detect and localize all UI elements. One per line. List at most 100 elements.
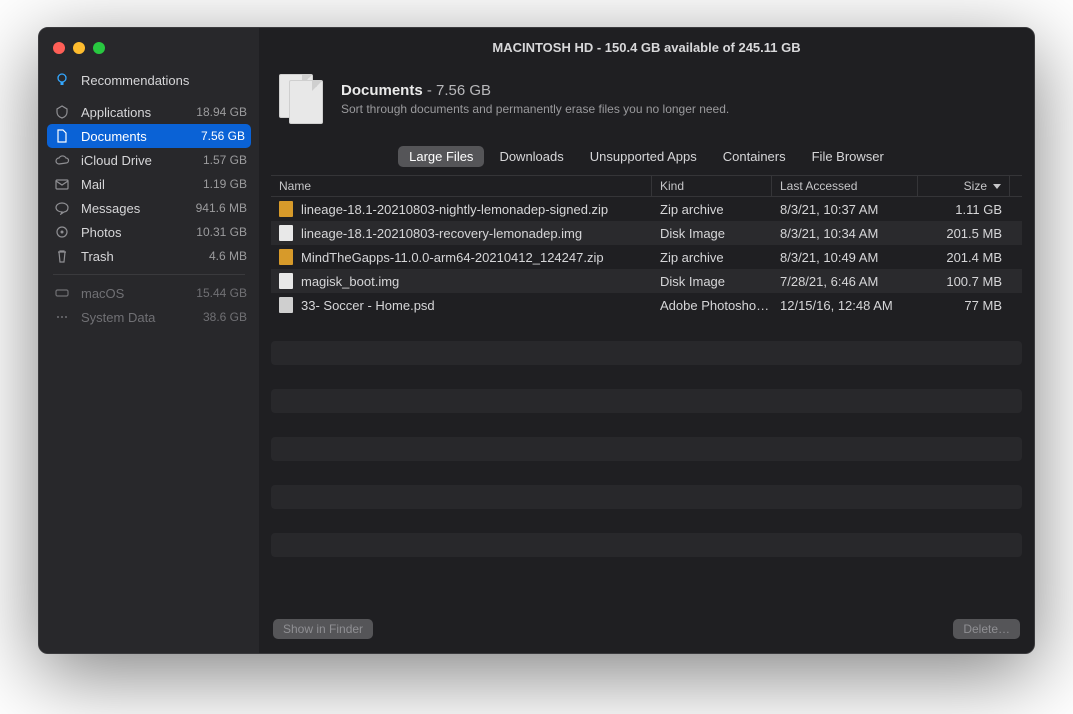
file-name: MindTheGapps-11.0.0-arm64-20210412_12424…	[301, 250, 604, 265]
zoom-icon[interactable]	[93, 42, 105, 54]
window-controls	[39, 36, 259, 68]
sidebar-item-value: 941.6 MB	[196, 201, 247, 215]
col-kind[interactable]: Kind	[652, 176, 772, 196]
zip-file-icon	[279, 201, 293, 217]
sidebar-item-label: Recommendations	[81, 73, 247, 88]
file-kind: Adobe Photosho…	[652, 298, 772, 313]
tab-large-files[interactable]: Large Files	[398, 146, 484, 167]
table-row[interactable]: MindTheGapps-11.0.0-arm64-20210412_12424…	[271, 245, 1022, 269]
placeholder-row	[271, 341, 1022, 365]
tab-containers[interactable]: Containers	[712, 146, 797, 167]
sidebar-separator	[53, 274, 245, 275]
file-accessed: 8/3/21, 10:49 AM	[772, 250, 918, 265]
file-name-cell: magisk_boot.img	[271, 273, 652, 289]
sidebar-item-photos[interactable]: Photos 10.31 GB	[39, 220, 259, 244]
sidebar-item-applications[interactable]: Applications 18.94 GB	[39, 100, 259, 124]
file-kind: Zip archive	[652, 202, 772, 217]
col-name[interactable]: Name	[271, 176, 652, 196]
placeholder-row	[271, 437, 1022, 461]
file-kind: Disk Image	[652, 226, 772, 241]
document-icon	[53, 129, 71, 143]
file-kind: Disk Image	[652, 274, 772, 289]
table-row[interactable]: 33- Soccer - Home.psdAdobe Photosho…12/1…	[271, 293, 1022, 317]
sidebar-item-icloud[interactable]: iCloud Drive 1.57 GB	[39, 148, 259, 172]
header-panel: Documents - 7.56 GB Sort through documen…	[259, 66, 1034, 142]
table-row[interactable]: lineage-18.1-20210803-nightly-lemonadep-…	[271, 197, 1022, 221]
sidebar-item-documents[interactable]: Documents 7.56 GB	[47, 124, 251, 148]
window-title: MACINTOSH HD - 150.4 GB available of 245…	[259, 28, 1034, 66]
placeholder-row	[271, 389, 1022, 413]
sidebar-item-label: Photos	[81, 225, 196, 240]
img-file-icon	[279, 273, 293, 289]
close-icon[interactable]	[53, 42, 65, 54]
sidebar-item-macos: macOS 15.44 GB	[39, 281, 259, 305]
file-name: lineage-18.1-20210803-recovery-lemonadep…	[301, 226, 582, 241]
dots-icon	[53, 310, 71, 324]
sidebar-item-label: iCloud Drive	[81, 153, 203, 168]
cloud-icon	[53, 153, 71, 167]
show-in-finder-button[interactable]: Show in Finder	[273, 619, 373, 639]
tab-downloads[interactable]: Downloads	[488, 146, 574, 167]
storage-management-window: Recommendations Applications 18.94 GB Do…	[38, 27, 1035, 654]
file-size: 77 MB	[918, 298, 1010, 313]
file-name-cell: lineage-18.1-20210803-recovery-lemonadep…	[271, 225, 652, 241]
sidebar-item-value: 10.31 GB	[196, 225, 247, 239]
disk-icon	[53, 286, 71, 300]
table-row[interactable]: magisk_boot.img Disk Image7/28/21, 6:46 A…	[271, 269, 1022, 293]
file-name-cell: 33- Soccer - Home.psd	[271, 297, 652, 313]
sidebar-item-value: 38.6 GB	[203, 310, 247, 324]
tabs: Large Files Downloads Unsupported Apps C…	[259, 142, 1034, 175]
col-size[interactable]: Size	[918, 176, 1010, 196]
header-heading: Documents	[341, 82, 423, 99]
photos-icon	[53, 225, 71, 239]
sidebar-item-label: Mail	[81, 177, 203, 192]
sidebar-item-label: Messages	[81, 201, 196, 216]
file-accessed: 8/3/21, 10:34 AM	[772, 226, 918, 241]
file-name-cell: lineage-18.1-20210803-nightly-lemonadep-…	[271, 201, 652, 217]
sidebar-item-trash[interactable]: Trash 4.6 MB	[39, 244, 259, 268]
file-table: Name Kind Last Accessed Size lineage-18.…	[259, 175, 1034, 609]
sidebar-item-label: System Data	[81, 310, 203, 325]
chevron-down-icon	[993, 184, 1001, 189]
sidebar-item-value: 15.44 GB	[196, 286, 247, 300]
sidebar-item-value: 4.6 MB	[209, 249, 247, 263]
minimize-icon[interactable]	[73, 42, 85, 54]
tab-unsupported[interactable]: Unsupported Apps	[579, 146, 708, 167]
file-size: 1.11 GB	[918, 202, 1010, 217]
file-accessed: 7/28/21, 6:46 AM	[772, 274, 918, 289]
applications-icon	[53, 105, 71, 119]
sidebar-item-value: 1.57 GB	[203, 153, 247, 167]
placeholder-row	[271, 485, 1022, 509]
sidebar-item-mail[interactable]: Mail 1.19 GB	[39, 172, 259, 196]
table-header: Name Kind Last Accessed Size	[271, 175, 1022, 197]
sidebar-item-recommendations[interactable]: Recommendations	[39, 68, 259, 92]
sidebar-item-label: Trash	[81, 249, 209, 264]
sidebar: Recommendations Applications 18.94 GB Do…	[39, 28, 259, 653]
psd-file-icon	[279, 297, 293, 313]
file-size: 100.7 MB	[918, 274, 1010, 289]
mail-icon	[53, 177, 71, 191]
col-scroll-gutter	[1010, 176, 1022, 196]
footer: Show in Finder Delete…	[259, 609, 1034, 653]
sidebar-item-value: 7.56 GB	[201, 129, 245, 143]
documents-icon	[279, 74, 325, 124]
sidebar-item-label: macOS	[81, 286, 196, 301]
sidebar-item-label: Applications	[81, 105, 196, 120]
img-file-icon	[279, 225, 293, 241]
file-size: 201.4 MB	[918, 250, 1010, 265]
placeholder-row	[271, 533, 1022, 557]
header-desc: Sort through documents and permanently e…	[341, 102, 729, 116]
delete-button[interactable]: Delete…	[953, 619, 1020, 639]
file-name: magisk_boot.img	[301, 274, 399, 289]
sidebar-item-systemdata: System Data 38.6 GB	[39, 305, 259, 329]
sidebar-item-label: Documents	[81, 129, 201, 144]
tab-filebrowser[interactable]: File Browser	[801, 146, 895, 167]
main-panel: MACINTOSH HD - 150.4 GB available of 245…	[259, 28, 1034, 653]
file-name: 33- Soccer - Home.psd	[301, 298, 435, 313]
table-row[interactable]: lineage-18.1-20210803-recovery-lemonadep…	[271, 221, 1022, 245]
header-size: - 7.56 GB	[423, 82, 491, 99]
file-name-cell: MindTheGapps-11.0.0-arm64-20210412_12424…	[271, 249, 652, 265]
col-accessed[interactable]: Last Accessed	[772, 176, 918, 196]
sidebar-item-messages[interactable]: Messages 941.6 MB	[39, 196, 259, 220]
lightbulb-icon	[53, 73, 71, 87]
